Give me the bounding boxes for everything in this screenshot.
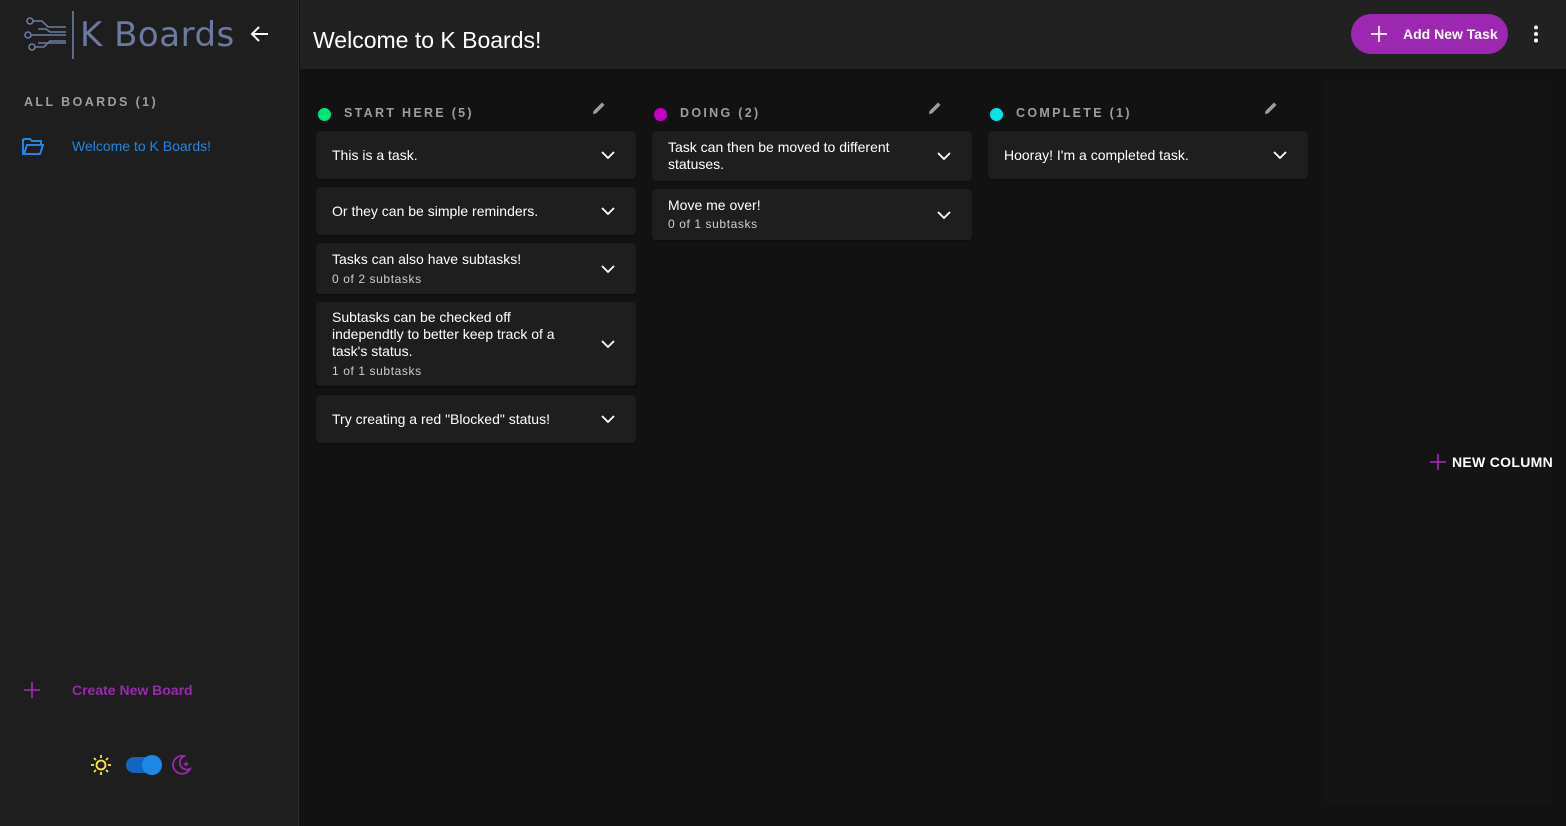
folder-open-icon <box>22 138 44 155</box>
task-title: This is a task. <box>332 147 418 163</box>
column-title: COMPLETE (1) <box>1016 106 1132 120</box>
task-card[interactable]: Move me over! 0 of 1 subtasks <box>652 189 972 240</box>
status-dot <box>654 108 667 121</box>
arrow-left-icon <box>250 26 268 42</box>
column-start-here: START HERE (5) This is a task. Or they c… <box>316 96 636 443</box>
task-title: Subtasks can be checked off independtly … <box>332 309 555 359</box>
task-title: Task can then be moved to different stat… <box>668 139 890 172</box>
more-options-button[interactable] <box>1524 22 1548 46</box>
sun-icon <box>91 755 111 775</box>
task-card[interactable]: This is a task. <box>316 131 636 179</box>
chevron-down-icon[interactable] <box>936 207 952 223</box>
subtask-count: 1 of 1 subtasks <box>332 364 422 378</box>
task-card[interactable]: Hooray! I'm a completed task. <box>988 131 1308 179</box>
subtask-count: 0 of 1 subtasks <box>668 217 758 231</box>
plus-icon <box>1430 454 1446 470</box>
task-title: Move me over! <box>668 197 761 213</box>
new-column-label: NEW COLUMN <box>1452 454 1553 470</box>
app-logo: K Boards <box>24 10 235 60</box>
task-card[interactable]: Or they can be simple reminders. <box>316 187 636 235</box>
sidebar: K Boards ALL BOARDS (1) Welcome to K Boa… <box>0 0 299 826</box>
status-dot <box>990 108 1003 121</box>
chevron-down-icon[interactable] <box>600 147 616 163</box>
column-doing: DOING (2) Task can then be moved to diff… <box>652 96 972 240</box>
new-column-area <box>1326 80 1552 805</box>
board-item-welcome[interactable]: Welcome to K Boards! <box>0 130 298 162</box>
task-title: Or they can be simple reminders. <box>332 203 539 219</box>
circuit-logo-icon <box>24 17 66 51</box>
create-board-label: Create New Board <box>72 682 193 698</box>
board-item-label: Welcome to K Boards! <box>72 138 212 154</box>
new-column-button[interactable]: NEW COLUMN <box>1430 454 1553 470</box>
pencil-icon[interactable] <box>592 101 606 115</box>
task-card[interactable]: Try creating a red "Blocked" status! <box>316 395 636 443</box>
more-vert-icon <box>1534 25 1538 43</box>
task-title: Try creating a red "Blocked" status! <box>332 411 550 427</box>
theme-toggle <box>90 754 192 776</box>
column-title: DOING (2) <box>680 106 761 120</box>
pencil-icon[interactable] <box>928 101 942 115</box>
status-dot <box>318 108 331 121</box>
column-complete: COMPLETE (1) Hooray! I'm a completed tas… <box>988 96 1308 179</box>
add-task-button[interactable]: Add New Task <box>1351 14 1508 54</box>
column-header: START HERE (5) <box>316 96 636 128</box>
subtask-count: 0 of 2 subtasks <box>332 272 422 286</box>
plus-icon <box>1371 26 1387 42</box>
column-header: COMPLETE (1) <box>988 96 1308 128</box>
task-card[interactable]: Task can then be moved to different stat… <box>652 131 972 181</box>
task-card[interactable]: Tasks can also have subtasks! 0 of 2 sub… <box>316 243 636 294</box>
collapse-sidebar-button[interactable] <box>246 20 274 48</box>
all-boards-heading: ALL BOARDS (1) <box>24 95 159 109</box>
theme-switch[interactable] <box>126 755 162 775</box>
chevron-down-icon[interactable] <box>600 411 616 427</box>
chevron-down-icon[interactable] <box>600 203 616 219</box>
logo-divider <box>72 11 74 59</box>
logo-text: K Boards <box>80 15 235 55</box>
moon-icon <box>172 754 192 775</box>
pencil-icon[interactable] <box>1264 101 1278 115</box>
task-title: Tasks can also have subtasks! <box>332 251 522 267</box>
add-task-label: Add New Task <box>1403 26 1498 42</box>
chevron-down-icon[interactable] <box>1272 147 1288 163</box>
top-bar: Welcome to K Boards! Add New Task <box>300 0 1566 69</box>
column-header: DOING (2) <box>652 96 972 128</box>
chevron-down-icon[interactable] <box>600 261 616 277</box>
chevron-down-icon[interactable] <box>936 148 952 164</box>
column-title: START HERE (5) <box>344 106 474 120</box>
task-title: Hooray! I'm a completed task. <box>1004 147 1189 163</box>
page-title: Welcome to K Boards! <box>313 27 542 53</box>
task-card[interactable]: Subtasks can be checked off independtly … <box>316 302 636 386</box>
chevron-down-icon[interactable] <box>600 336 616 352</box>
create-board-button[interactable]: Create New Board <box>0 676 298 704</box>
plus-icon <box>24 682 40 698</box>
switch-knob <box>142 755 162 775</box>
